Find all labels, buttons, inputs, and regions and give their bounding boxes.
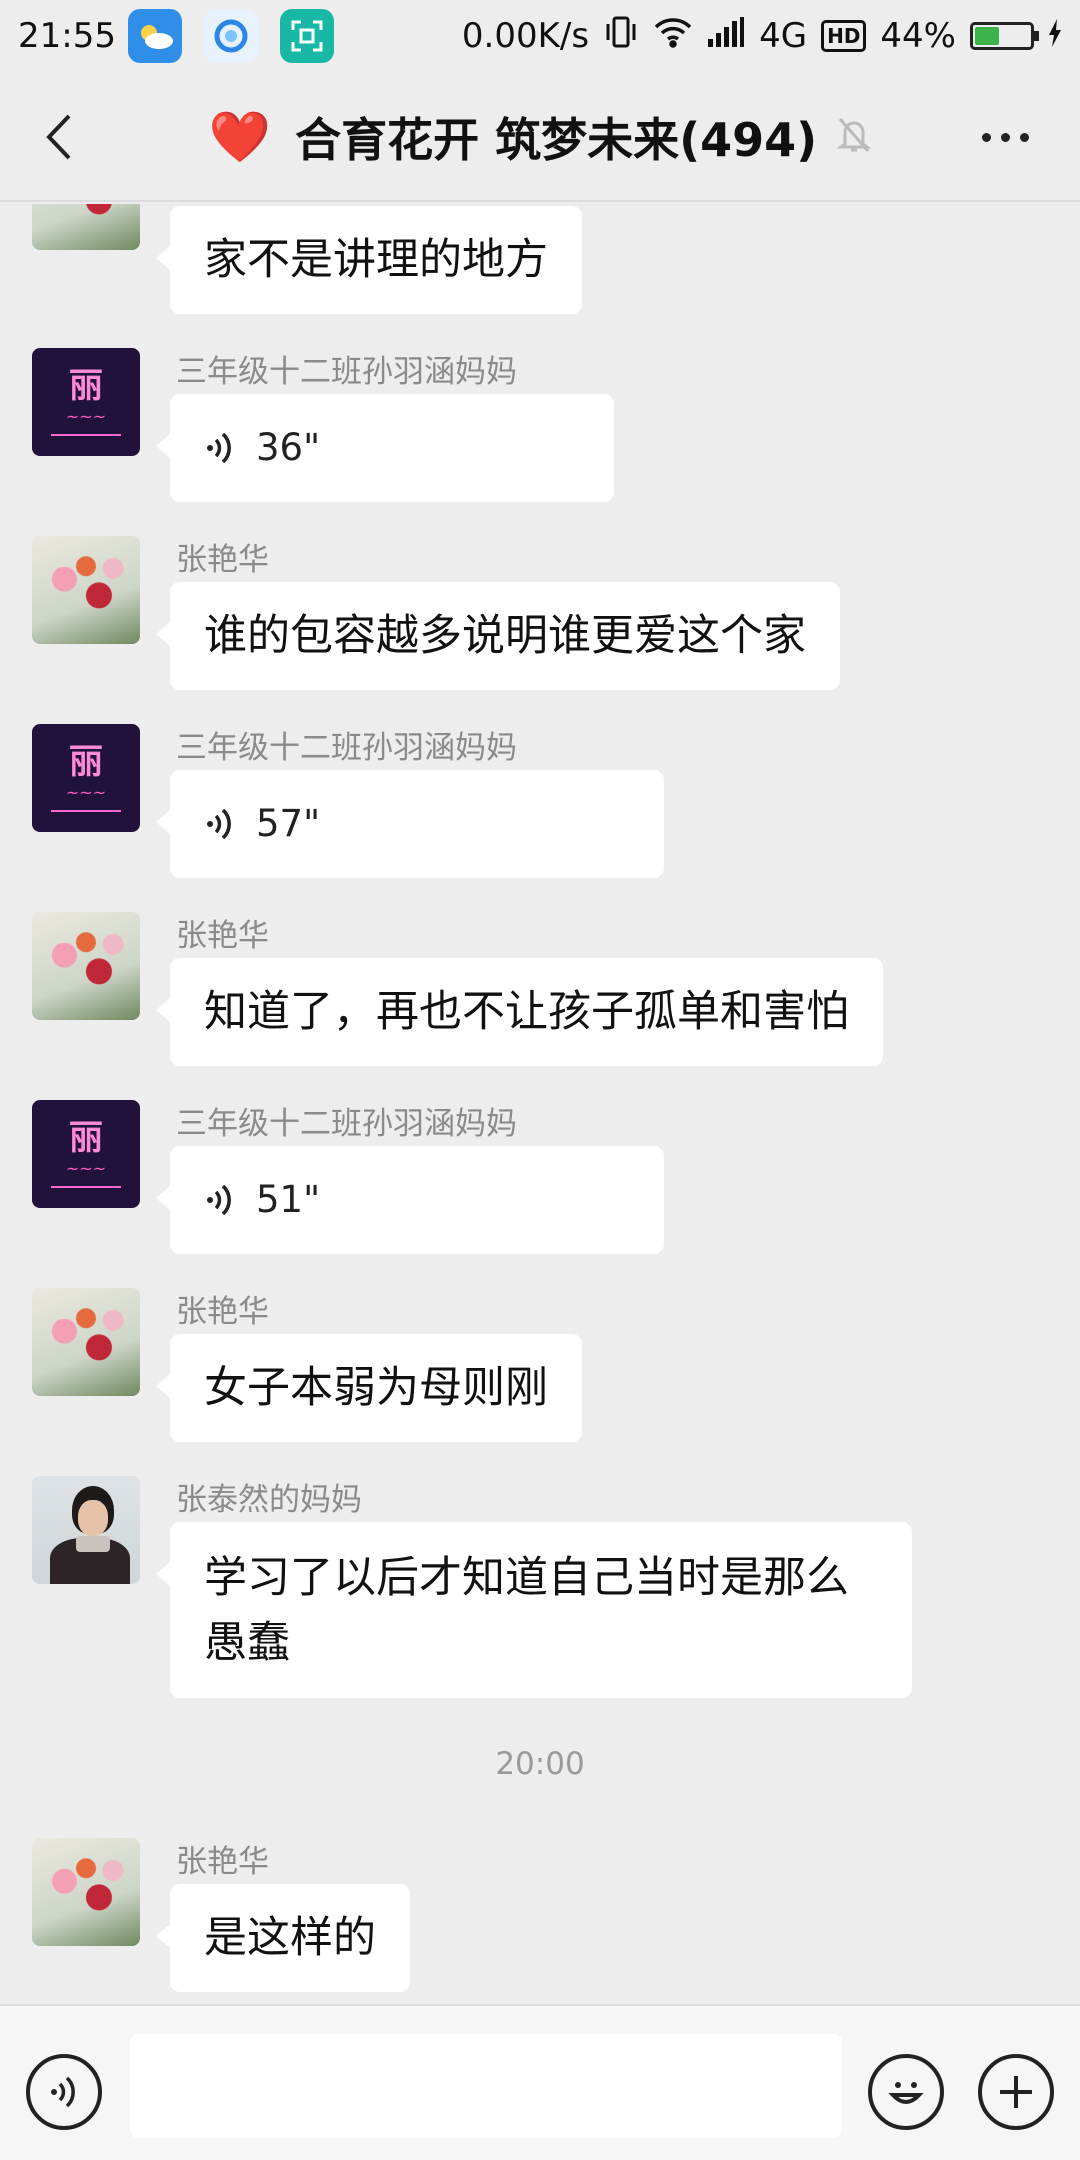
emoji-button[interactable] (868, 2054, 944, 2130)
battery-percent: 44% (880, 16, 956, 56)
message-text-line: 愚蠢 (204, 1617, 290, 1668)
voice-wave-icon (204, 804, 236, 844)
charging-icon (1048, 16, 1062, 56)
voice-toggle-button[interactable] (26, 2054, 102, 2130)
input-bar (0, 2004, 1080, 2160)
sender-name: 张艳华 (176, 1844, 269, 1880)
message-bubble[interactable]: 谁的包容越多说明谁更爱这个家 (156, 582, 840, 690)
heart-icon: ❤️ (208, 108, 272, 166)
message-bubble[interactable]: 家不是讲理的地方 (156, 206, 582, 314)
voice-message-bubble[interactable]: 36" (156, 394, 614, 502)
avatar[interactable] (32, 1288, 140, 1396)
avatar-text: 丽 (69, 1117, 103, 1158)
sender-name: 三年级十二班孙羽涵妈妈 (176, 354, 517, 390)
sender-name: 三年级十二班孙羽涵妈妈 (176, 1106, 517, 1142)
voice-duration: 57" (256, 802, 321, 846)
voice-wave-icon (204, 428, 236, 468)
status-bar: 21:55 0.00K/s 4G HD 44% (0, 0, 1080, 72)
sender-name: 三年级十二班孙羽涵妈妈 (176, 730, 517, 766)
voice-duration: 36" (256, 426, 321, 470)
message-bubble[interactable]: 女子本弱为母则刚 (156, 1334, 582, 1442)
vibrate-icon (603, 14, 639, 59)
scanner-app-icon (279, 9, 334, 63)
status-time: 21:55 (18, 16, 116, 56)
message-text: 是这样的 (204, 1912, 376, 1963)
page-title[interactable]: 合育花开 筑梦未来(494) (295, 104, 817, 170)
message-bubble[interactable]: 是这样的 (156, 1884, 410, 1992)
avatar-text: 丽 (69, 365, 103, 406)
more-button[interactable] (970, 112, 1040, 162)
voice-message-bubble[interactable]: 57" (156, 770, 664, 878)
sender-name: 张泰然的妈妈 (176, 1482, 362, 1518)
time-separator: 20:00 (495, 1746, 585, 1782)
wifi-icon (653, 16, 693, 57)
avatar[interactable] (32, 1476, 140, 1584)
emoji-icon (888, 2082, 924, 2104)
mute-bell-icon (836, 116, 872, 158)
message-bubble[interactable]: 知道了，再也不让孩子孤单和害怕 (156, 958, 883, 1066)
net-speed: 0.00K/s (461, 16, 590, 56)
avatar[interactable]: 丽 ~~~ (32, 724, 140, 832)
message-text: 知道了，再也不让孩子孤单和害怕 (204, 986, 849, 1037)
plus-button[interactable] (978, 2054, 1054, 2130)
avatar[interactable] (32, 912, 140, 1020)
more-icon (981, 132, 991, 142)
sender-name: 张艳华 (176, 918, 269, 954)
battery-icon (970, 22, 1039, 50)
browser-app-icon (203, 9, 258, 63)
title-bar: ❤️ 合育花开 筑梦未来(494) (0, 72, 1080, 202)
avatar[interactable] (32, 1838, 140, 1946)
title-group: ❤️ 合育花开 筑梦未来(494) (0, 72, 1080, 202)
voice-toggle-icon (51, 2076, 75, 2108)
voice-message-bubble[interactable]: 51" (156, 1146, 664, 1254)
battery-fill (975, 27, 999, 45)
avatar-text: 丽 (69, 741, 103, 782)
sender-name: 张艳华 (176, 542, 269, 578)
message-bubble[interactable]: 学习了以后才知道自己当时是那么 愚蠢 (156, 1522, 912, 1698)
weather-app-icon (127, 9, 182, 63)
sender-name: 张艳华 (176, 1294, 269, 1330)
message-item: 张泰然的妈妈 学习了以后才知道自己当时是那么 愚蠢 (0, 1476, 1080, 1698)
avatar[interactable] (32, 204, 140, 250)
avatar[interactable]: 丽 ~~~ (32, 348, 140, 456)
message-text-line: 学习了以后才知道自己当时是那么 (204, 1553, 849, 1603)
status-right: 0.00K/s 4G HD 44% (462, 14, 1062, 59)
message-text: 家不是讲理的地方 (204, 234, 548, 285)
signal-icon (707, 16, 745, 56)
chat-list[interactable]: 家不是讲理的地方 丽 ~~~ 三年级十二班孙羽涵妈妈 36" 张艳华 谁的包容越多… (0, 204, 1080, 2004)
hd-badge: HD (821, 20, 867, 52)
message-text: 女子本弱为母则刚 (204, 1362, 548, 1413)
avatar[interactable]: 丽 ~~~ (32, 1100, 140, 1208)
voice-duration: 51" (256, 1178, 321, 1222)
network-type: 4G (759, 16, 808, 56)
message-text: 谁的包容越多说明谁更爱这个家 (204, 610, 806, 661)
voice-wave-icon (204, 1180, 236, 1220)
message-input[interactable] (130, 2034, 842, 2138)
plus-icon (1000, 2076, 1032, 2108)
avatar[interactable] (32, 536, 140, 644)
